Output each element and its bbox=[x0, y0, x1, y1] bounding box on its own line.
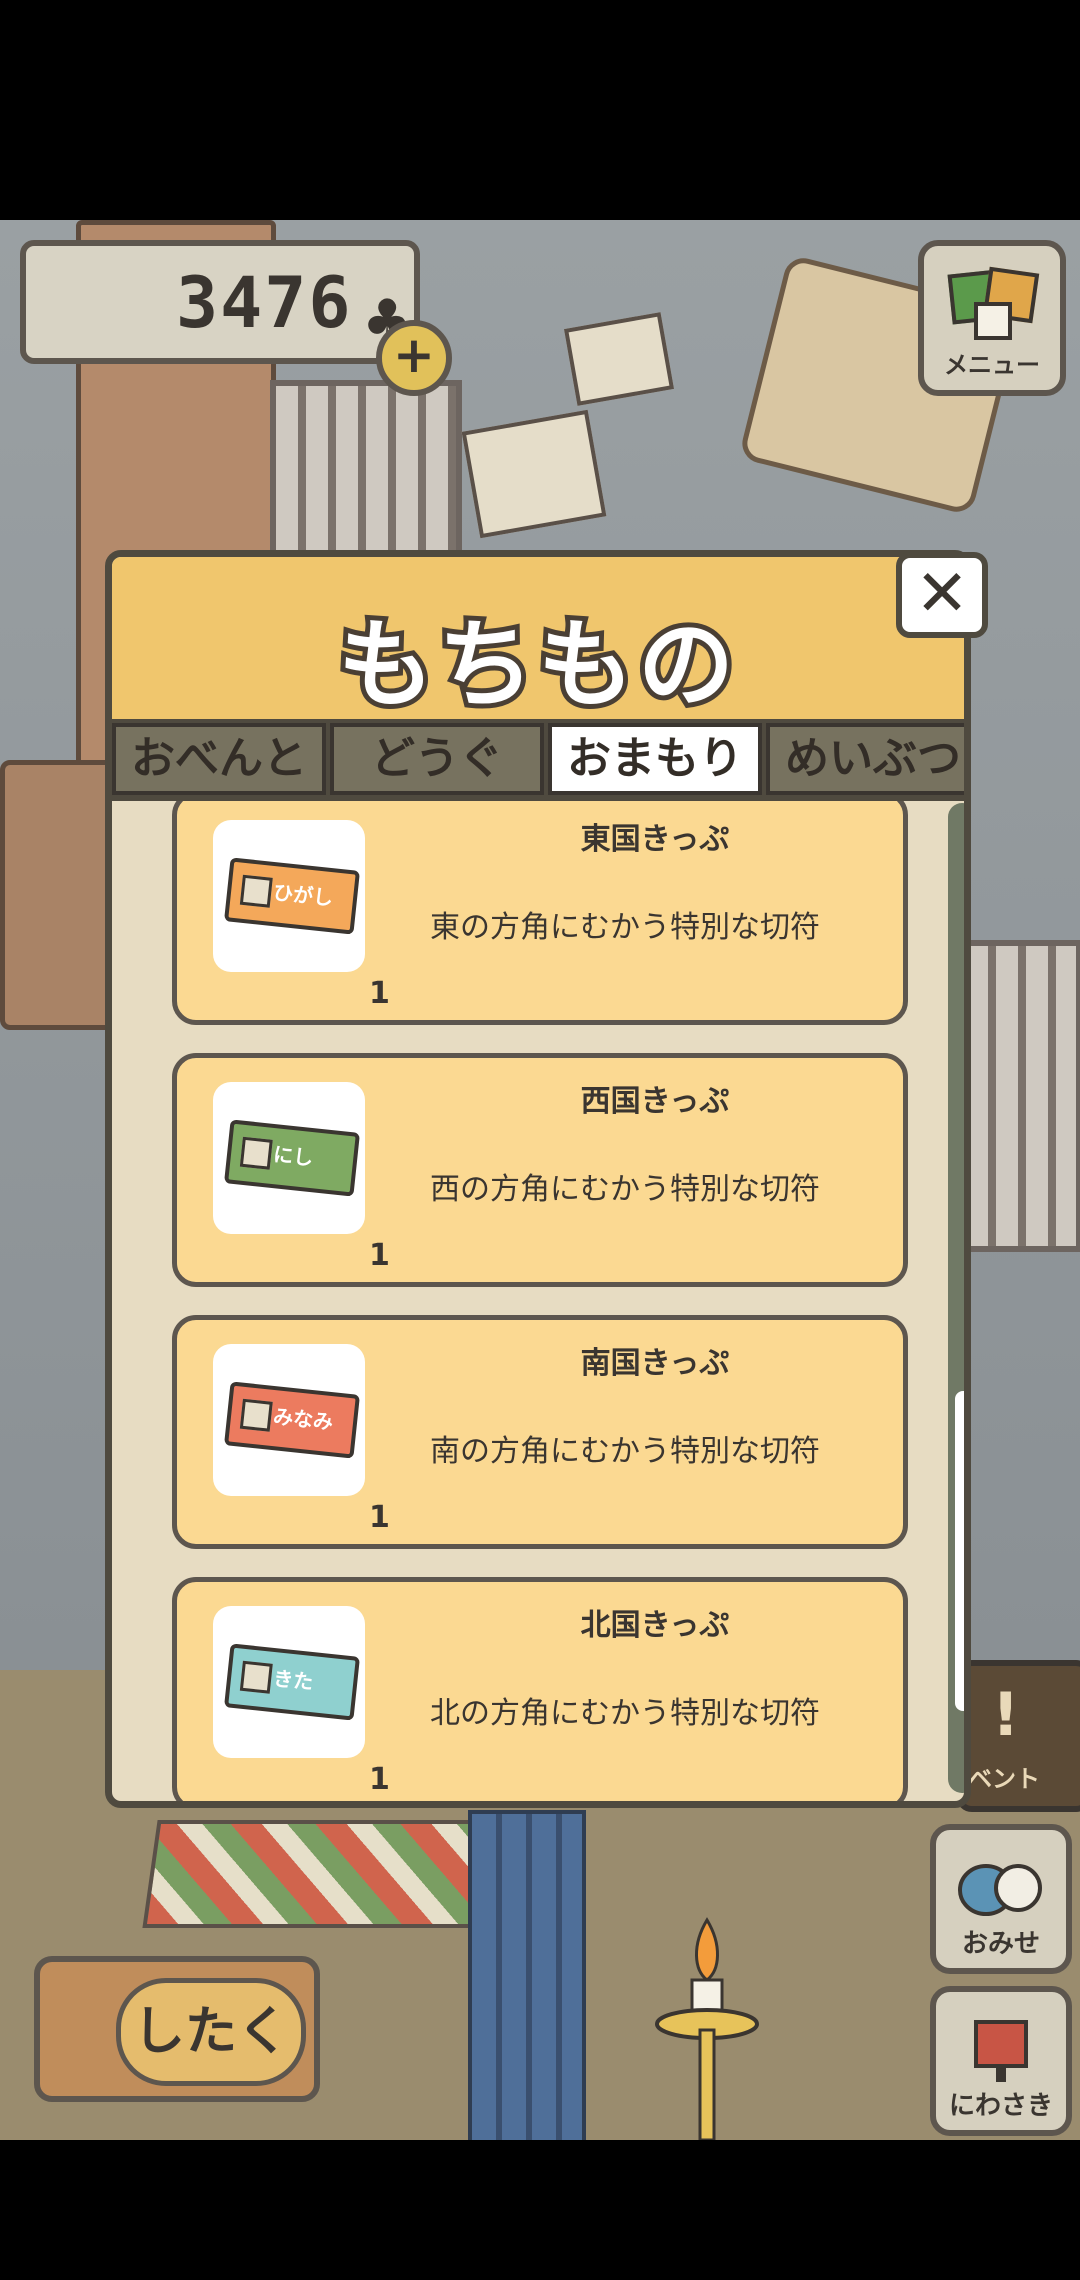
item-card[interactable]: ひがし 1 東国きっぷ東の方角にむかう特別な切符 bbox=[172, 801, 908, 1025]
close-button[interactable]: ✕ bbox=[896, 552, 988, 638]
ticket-icon: にし bbox=[224, 1119, 360, 1197]
inventory-dialog: もちもの おべんとう どうぐ おまもり めいぶつ ひがし 1 東国きっぷ東の方角にむ… bbox=[105, 550, 971, 1808]
item-thumbnail: にし 1 bbox=[213, 1082, 390, 1273]
menu-button[interactable]: メニュー bbox=[918, 240, 1066, 396]
item-thumbnail: みなみ 1 bbox=[213, 1344, 390, 1535]
dialog-title: もちもの bbox=[333, 604, 739, 726]
ticket-label: にし bbox=[272, 1142, 315, 1171]
item-thumbnail: ひがし 1 bbox=[213, 820, 390, 1011]
menu-icon-square bbox=[974, 302, 1012, 340]
lamp-icon bbox=[655, 1917, 759, 2140]
tab-specialties[interactable]: めいぶつ bbox=[766, 723, 964, 795]
shop-button[interactable]: おみせ bbox=[930, 1824, 1072, 1974]
item-title: 北国きっぷ bbox=[580, 1608, 730, 1643]
ticket-label: みなみ bbox=[272, 1404, 335, 1435]
item-quantity: 1 bbox=[369, 976, 390, 1011]
memo-paper bbox=[461, 409, 607, 539]
item-card[interactable]: にし 1 西国きっぷ西の方角にむかう特別な切符 bbox=[172, 1053, 908, 1287]
prepare-label: したく bbox=[116, 1978, 306, 2086]
event-button[interactable]: ! ベント bbox=[956, 1660, 1080, 1812]
clover-amount: 3476 bbox=[176, 262, 353, 344]
item-quantity: 1 bbox=[369, 1238, 390, 1273]
item-quantity: 1 bbox=[369, 1500, 390, 1535]
ticket-icon: みなみ bbox=[224, 1381, 360, 1459]
mailbox-icon bbox=[974, 2020, 1028, 2082]
item-description: 西の方角にむかう特別な切符 bbox=[430, 1172, 820, 1207]
item-list[interactable]: ひがし 1 東国きっぷ東の方角にむかう特別な切符にし 1 西国きっぷ西の方角にむかう特別… bbox=[112, 801, 964, 1801]
ticket-label: きた bbox=[272, 1666, 315, 1695]
window-bars bbox=[960, 940, 1080, 1252]
item-quantity: 1 bbox=[369, 1762, 390, 1797]
inventory-tabs: おべんとう どうぐ おまもり めいぶつ bbox=[112, 719, 964, 848]
item-title: 南国きっぷ bbox=[580, 1346, 730, 1381]
add-clover-button[interactable]: + bbox=[376, 320, 452, 396]
item-thumbnail: きた 1 bbox=[213, 1606, 390, 1797]
dialog-header: もちもの bbox=[112, 557, 964, 726]
exclamation-icon: ! bbox=[992, 1680, 1020, 1750]
tab-charms[interactable]: おまもり bbox=[548, 723, 762, 795]
ticket-window bbox=[239, 1660, 273, 1694]
event-label: ベント bbox=[968, 1765, 1040, 1793]
garden-label: にわさき bbox=[948, 2091, 1053, 2121]
item-description: 東の方角にむかう特別な切符 bbox=[430, 910, 820, 945]
item-title: 西国きっぷ bbox=[580, 1084, 730, 1119]
clover-counter: 3476 ♣ bbox=[20, 240, 420, 364]
curtain bbox=[468, 1810, 586, 2140]
ticket-window bbox=[239, 874, 273, 908]
ticket-window bbox=[239, 1136, 273, 1170]
item-description: 南の方角にむかう特別な切符 bbox=[430, 1434, 820, 1469]
ticket-icon: きた bbox=[224, 1643, 360, 1721]
scrollbar-thumb[interactable] bbox=[955, 1391, 964, 1711]
ticket-window bbox=[239, 1398, 273, 1432]
item-card[interactable]: みなみ 1 南国きっぷ南の方角にむかう特別な切符 bbox=[172, 1315, 908, 1549]
item-title: 東国きっぷ bbox=[580, 822, 730, 857]
shop-label: おみせ bbox=[961, 1929, 1040, 1959]
ticket-icon: ひがし bbox=[224, 857, 360, 935]
menu-label: メニュー bbox=[944, 351, 1040, 379]
garden-button[interactable]: にわさき bbox=[930, 1986, 1072, 2136]
tab-bento[interactable]: おべんとう bbox=[112, 723, 326, 848]
item-description: 北の方角にむかう特別な切符 bbox=[430, 1696, 820, 1731]
prepare-button[interactable]: したく bbox=[34, 1956, 320, 2102]
item-card[interactable]: きた 1 北国きっぷ北の方角にむかう特別な切符 bbox=[172, 1577, 908, 1801]
tab-tools[interactable]: どうぐ bbox=[330, 723, 544, 795]
bag-icon bbox=[958, 1864, 1042, 1916]
ticket-label: ひがし bbox=[272, 880, 335, 911]
